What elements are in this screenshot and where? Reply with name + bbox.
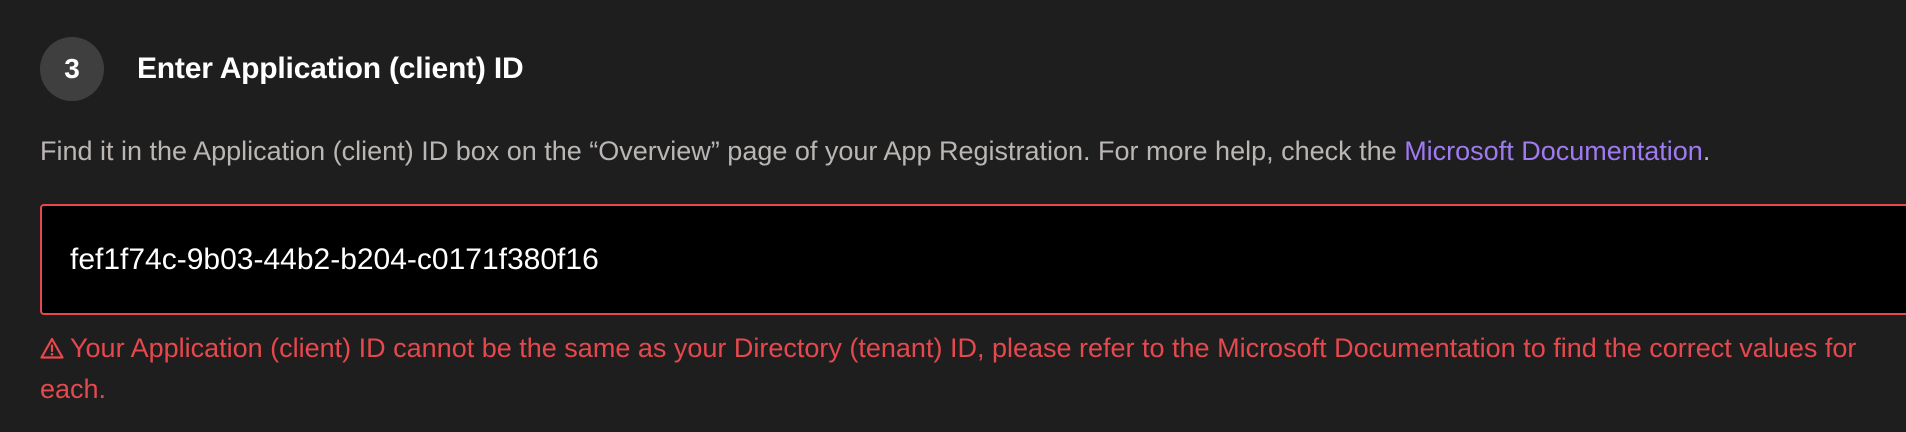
help-text-after: .: [1702, 136, 1711, 166]
client-id-input[interactable]: [68, 241, 1892, 278]
client-id-field-container: [40, 204, 1906, 315]
error-text: Your Application (client) ID cannot be t…: [40, 333, 1857, 404]
step-title: Enter Application (client) ID: [137, 52, 524, 85]
help-text-before: Find it in the Application (client) ID b…: [40, 136, 1405, 166]
step-number-badge: 3: [40, 37, 104, 101]
warning-triangle-icon: [40, 337, 64, 359]
step-header: 3 Enter Application (client) ID: [40, 37, 524, 101]
help-text: Find it in the Application (client) ID b…: [40, 133, 1710, 169]
microsoft-documentation-link[interactable]: Microsoft Documentation: [1404, 136, 1703, 166]
client-id-error-message: Your Application (client) ID cannot be t…: [40, 328, 1900, 410]
